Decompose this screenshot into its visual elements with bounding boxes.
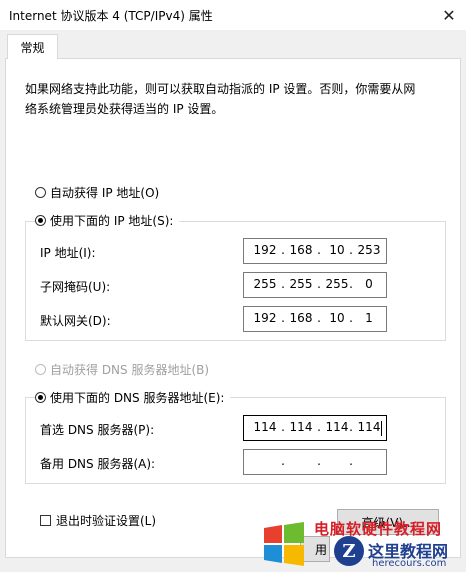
auto-dns-radio[interactable]: 自动获得 DNS 服务器地址(B) — [35, 361, 209, 378]
default-gateway-field[interactable]: 192 . 168 . 10 . 1 — [243, 306, 387, 332]
auto-dns-label: 自动获得 DNS 服务器地址(B) — [50, 363, 210, 377]
validate-on-exit-label: 退出时验证设置(L) — [56, 514, 157, 528]
preferred-dns-field[interactable]: 114 . 114 . 114 . 114 — [243, 415, 387, 441]
description-text: 如果网络支持此功能，则可以获取自动指派的 IP 设置。否则，你需要从网 络系统管… — [25, 79, 445, 119]
description-line-1: 如果网络支持此功能，则可以获取自动指派的 IP 设置。否则，你需要从网 — [25, 82, 416, 96]
general-panel: 如果网络支持此功能，则可以获取自动指派的 IP 设置。否则，你需要从网 络系统管… — [5, 58, 461, 558]
subnet-mask-field[interactable]: 255 . 255 . 255 . 0 — [243, 272, 387, 298]
title-bar: Internet 协议版本 4 (TCP/IPv4) 属性 ✕ — [0, 0, 466, 30]
close-icon[interactable]: ✕ — [432, 0, 466, 30]
windows-logo-icon — [264, 522, 304, 566]
manual-dns-radio[interactable]: 使用下面的 DNS 服务器地址(E): — [35, 389, 231, 406]
octet: 255 — [289, 277, 313, 291]
octet: 255 — [253, 277, 277, 291]
watermark: 电脑软硬件教程网 Z 这里教程网 herecours.com — [262, 518, 466, 572]
checkbox-icon — [40, 515, 51, 526]
octet-separator: . — [281, 454, 285, 468]
auto-ip-label: 自动获得 IP 地址(O) — [50, 186, 160, 200]
preferred-dns-label: 首选 DNS 服务器(P): — [40, 423, 155, 437]
manual-ip-radio[interactable]: 使用下面的 IP 地址(S): — [35, 212, 180, 229]
octet-separator: . — [317, 454, 321, 468]
default-gateway-label: 默认网关(D): — [40, 314, 111, 328]
manual-dns-label: 使用下面的 DNS 服务器地址(E): — [50, 391, 225, 405]
window-title: Internet 协议版本 4 (TCP/IPv4) 属性 — [9, 9, 213, 23]
watermark-url: herecours.com — [372, 558, 447, 569]
manual-ip-label: 使用下面的 IP 地址(S): — [50, 214, 174, 228]
octet: 1 — [365, 311, 373, 325]
radio-checked-icon — [35, 392, 46, 403]
validate-on-exit-checkbox[interactable]: 退出时验证设置(L) — [40, 512, 156, 529]
octet: 192 — [253, 243, 277, 257]
ip-address-label: IP 地址(I): — [40, 246, 96, 260]
octet: 168 — [289, 243, 313, 257]
octet: 114 — [357, 420, 381, 434]
alternate-dns-field[interactable]: . . . — [243, 449, 387, 475]
watermark-red-text: 电脑软硬件教程网 — [314, 520, 443, 538]
alternate-dns-label: 备用 DNS 服务器(A): — [40, 457, 156, 471]
octet: 114 — [253, 420, 277, 434]
octet: 192 — [253, 311, 277, 325]
subnet-mask-label: 子网掩码(U): — [40, 280, 111, 294]
radio-icon — [35, 364, 46, 375]
z-logo-icon: Z — [334, 536, 364, 566]
radio-icon — [35, 187, 46, 198]
octet-separator: . — [349, 454, 353, 468]
tab-general[interactable]: 常规 — [7, 34, 58, 59]
ip-address-field[interactable]: 192 . 168 . 10 . 253 — [243, 238, 387, 264]
octet: 168 — [289, 311, 313, 325]
radio-checked-icon — [35, 215, 46, 226]
text-caret — [381, 421, 382, 436]
auto-ip-radio[interactable]: 自动获得 IP 地址(O) — [35, 184, 159, 201]
dialog-body: 常规 如果网络支持此功能，则可以获取自动指派的 IP 设置。否则，你需要从网 络… — [0, 30, 466, 572]
octet: 0 — [365, 277, 373, 291]
octet: 114 — [289, 420, 313, 434]
octet: 253 — [357, 243, 381, 257]
description-line-2: 络系统管理员处获得适当的 IP 设置。 — [25, 102, 224, 116]
